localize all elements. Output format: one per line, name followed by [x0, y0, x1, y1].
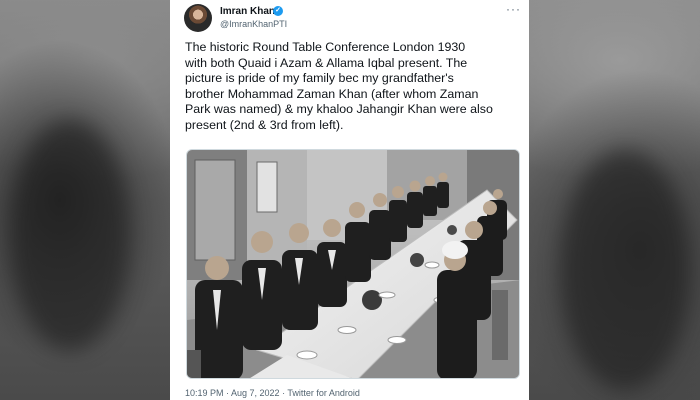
verified-badge-icon: ✓ — [273, 6, 283, 16]
tweet-text-line: present (2nd & 3rd from left). — [185, 117, 344, 132]
tweet-text-line: Park was named) & my khaloo Jahangir Kha… — [185, 102, 493, 117]
tweet-photo[interactable] — [186, 149, 520, 379]
more-options-icon[interactable]: ··· — [506, 2, 521, 16]
tweet-timestamp[interactable]: 10:19 PM · Aug 7, 2022 · Twitter for And… — [185, 388, 360, 398]
background-figure-left — [10, 120, 130, 350]
tweet-text-line: picture is pride of my family bec my gra… — [185, 71, 454, 86]
tweet-text-line: brother Mohammad Zaman Khan (after whom … — [185, 86, 479, 101]
author-handle[interactable]: @ImranKhanPTI — [220, 19, 287, 29]
avatar[interactable] — [184, 4, 212, 32]
photo-round-table-conference — [187, 150, 519, 378]
tweet-text: The historic Round Table Conference Lond… — [185, 40, 523, 134]
background-figure-right — [560, 150, 690, 390]
tweet-card[interactable]: Imran Khan ✓ @ImranKhanPTI ··· The histo… — [170, 0, 529, 400]
tweet-text-line: The historic Round Table Conference Lond… — [185, 40, 466, 54]
tweet-text-line: with both Quaid i Azam & Allama Iqbal pr… — [185, 55, 468, 70]
author-name[interactable]: Imran Khan — [220, 6, 275, 17]
